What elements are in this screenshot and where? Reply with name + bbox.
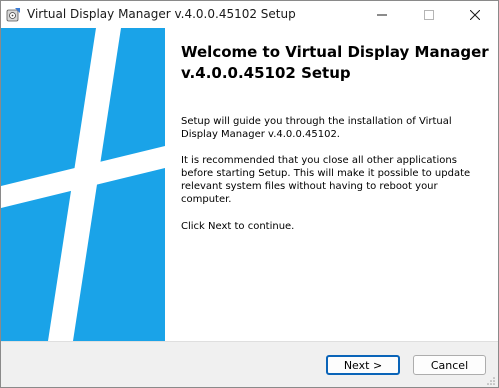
windows-logo-icon — [1, 28, 165, 341]
maximize-icon — [424, 9, 434, 20]
resize-grip-icon[interactable] — [486, 376, 496, 386]
window-title: Virtual Display Manager v.4.0.0.45102 Se… — [27, 7, 296, 21]
close-button[interactable] — [452, 1, 498, 28]
minimize-icon — [377, 14, 387, 15]
minimize-button[interactable] — [359, 1, 405, 28]
setup-banner — [1, 28, 165, 341]
title-bar[interactable]: Virtual Display Manager v.4.0.0.45102 Se… — [1, 1, 498, 28]
recommendation-paragraph: It is recommended that you close all oth… — [181, 155, 471, 205]
next-button[interactable]: Next > — [326, 355, 400, 375]
welcome-panel: Welcome to Virtual Display Manager v.4.0… — [165, 28, 498, 341]
button-bar: Next > Cancel — [1, 341, 498, 387]
intro-paragraph: Setup will guide you through the install… — [181, 116, 452, 140]
close-icon — [470, 9, 480, 20]
installer-icon — [6, 8, 20, 22]
setup-window: Virtual Display Manager v.4.0.0.45102 Se… — [0, 0, 499, 388]
welcome-heading: Welcome to Virtual Display Manager v.4.0… — [181, 43, 489, 82]
continue-instruction: Click Next to continue. — [181, 221, 295, 232]
cancel-button[interactable]: Cancel — [413, 355, 486, 375]
maximize-button[interactable] — [406, 1, 452, 28]
